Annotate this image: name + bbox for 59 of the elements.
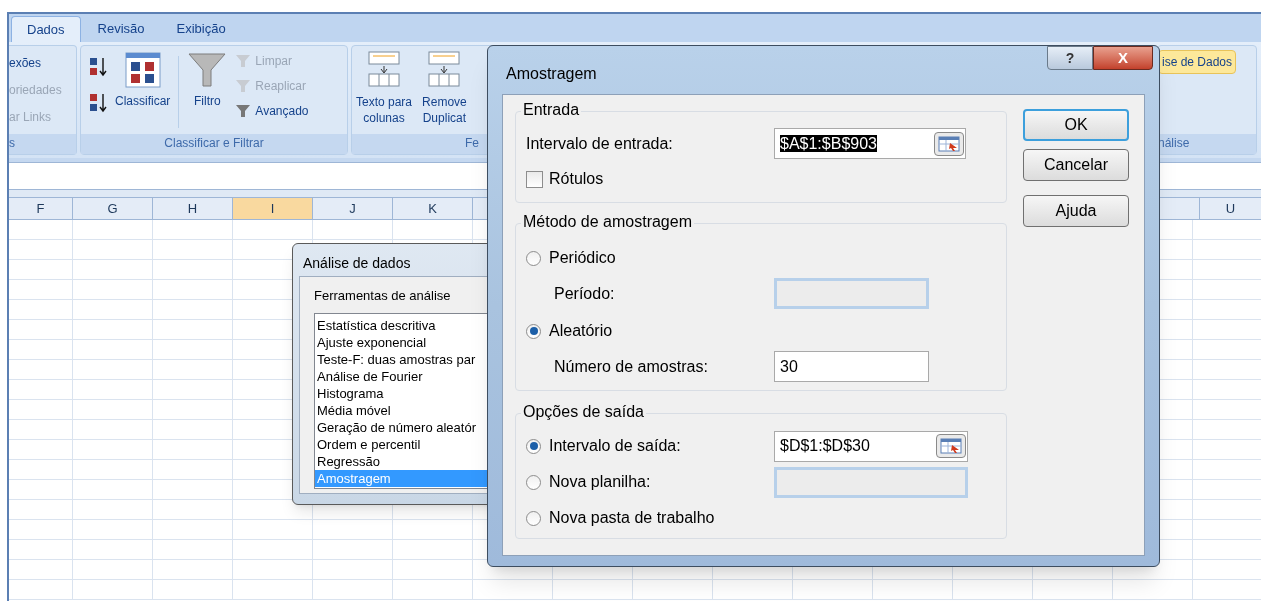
radio-label: Periódico <box>549 248 616 268</box>
column-header[interactable]: J <box>313 198 393 219</box>
radio-button[interactable] <box>526 510 541 526</box>
section-label: Opções de saída <box>521 403 646 421</box>
input-range-field[interactable]: $A$1:$B$903 <box>774 128 966 159</box>
text-field[interactable] <box>774 466 968 498</box>
field-label: Intervalo de entrada: <box>526 133 674 154</box>
field-label: Período: <box>554 283 616 304</box>
radio-button[interactable] <box>526 474 541 490</box>
group-label: s <box>9 134 76 154</box>
ribbon-tab[interactable]: Dados <box>11 16 81 42</box>
range-picker-icon <box>938 135 960 152</box>
filter-button[interactable]: Filtro <box>187 52 228 110</box>
text-field[interactable] <box>774 278 929 309</box>
funnel-icon <box>235 53 252 69</box>
sort-ascending-icon[interactable] <box>89 56 109 78</box>
sort-dialog-icon <box>124 52 161 88</box>
output-range-field[interactable]: $D$1:$D$30 <box>774 430 968 462</box>
funnel-icon <box>235 78 252 94</box>
dialog-button[interactable]: Cancelar <box>1023 149 1129 181</box>
ribbon-tab[interactable]: Exibição <box>161 16 241 42</box>
text-field[interactable]: 30 <box>774 351 929 382</box>
radio-label: Intervalo de saída: <box>549 436 681 456</box>
group-label: Fe <box>465 136 479 150</box>
column-header[interactable]: F <box>9 198 73 219</box>
ribbon-button[interactable]: Texto para colunas <box>356 50 413 126</box>
column-header[interactable]: G <box>73 198 153 219</box>
field-label: Número de amostras: <box>554 356 709 377</box>
group-label: Ferramentas de análise <box>314 288 451 303</box>
dialog-title: Amostragem <box>506 64 597 84</box>
ribbon-command[interactable]: exões <box>9 54 76 72</box>
help-button[interactable]: ? <box>1047 46 1093 70</box>
radio-button[interactable] <box>526 438 541 454</box>
range-picker-icon <box>940 438 962 454</box>
column-header[interactable]: U <box>1199 198 1261 219</box>
table-columns-icon <box>367 50 401 90</box>
radio-label: Nova pasta de trabalho <box>549 508 715 528</box>
checkbox[interactable] <box>526 170 543 188</box>
column-header[interactable]: K <box>393 198 473 219</box>
table-columns-icon <box>427 50 462 90</box>
group-label: Classificar e Filtrar <box>81 134 347 154</box>
data-analysis-button[interactable]: ise de Dados <box>1158 50 1237 74</box>
radio-button[interactable] <box>526 250 541 266</box>
radio-label: Nova planilha: <box>549 472 651 492</box>
checkbox-label: Rótulos <box>549 169 604 189</box>
dialog-button[interactable]: Ajuda <box>1023 195 1129 227</box>
sort-button[interactable]: Classificar <box>115 52 171 110</box>
radio-label: Aleatório <box>549 321 613 341</box>
filter-command[interactable]: Avançado <box>235 102 309 120</box>
ribbon-tab[interactable]: Revisão <box>82 16 160 42</box>
funnel-icon <box>235 103 252 119</box>
radio-button[interactable] <box>526 323 541 339</box>
column-header[interactable]: I <box>233 198 313 219</box>
dialog-title: Análise de dados <box>303 253 411 273</box>
sort-descending-icon[interactable] <box>89 92 109 114</box>
funnel-icon <box>187 52 228 88</box>
ribbon-button[interactable]: Remove Duplicat <box>422 50 467 126</box>
dialog-button[interactable]: OK <box>1023 109 1129 141</box>
section-label: Método de amostragem <box>521 213 694 231</box>
